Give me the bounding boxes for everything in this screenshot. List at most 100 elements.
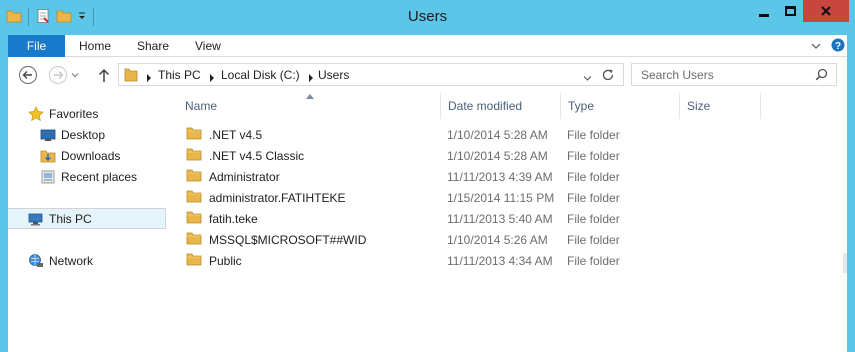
recent-places-icon (41, 170, 55, 184)
explorer-window: Users File Home Share View ? This PC Loc… (0, 0, 855, 352)
back-button[interactable] (18, 65, 38, 85)
up-button[interactable] (94, 65, 114, 85)
close-button[interactable] (803, 0, 849, 22)
file-name: MSSQL$MICROSOFT##WID (209, 232, 367, 247)
type-cell: File folder (567, 211, 620, 226)
file-name: fatih.teke (209, 211, 258, 226)
file-name: Public (209, 253, 242, 268)
folder-icon (186, 146, 202, 165)
table-row[interactable]: fatih.teke 11/11/2013 5:40 AM File folder (178, 208, 761, 229)
nav-item-label: Network (49, 254, 94, 268)
recent-locations-button[interactable] (70, 65, 80, 85)
table-row[interactable]: .NET v4.5 Classic 1/10/2014 5:28 AM File f… (178, 145, 761, 166)
back-arrow-icon (19, 66, 37, 84)
breadcrumb-this-pc[interactable]: This PC (158, 68, 201, 82)
address-bar[interactable]: This PC Local Disk (C:) Users (118, 63, 624, 86)
address-row: This PC Local Disk (C:) Users Search Use… (8, 57, 847, 93)
title-bar: Users (0, 0, 855, 35)
column-name[interactable]: Name (178, 93, 441, 119)
file-name-cell[interactable]: administrator.FATIHTEKE (186, 187, 345, 208)
table-row[interactable]: administrator.FATIHTEKE 1/15/2014 11:15 P… (178, 187, 761, 208)
column-header-row: Name Date modified Type Size (178, 93, 761, 119)
nav-item-favorites[interactable]: Favorites (28, 104, 98, 124)
type-cell: File folder (567, 232, 620, 247)
svg-text:?: ? (835, 41, 841, 52)
tab-file[interactable]: File (8, 35, 65, 57)
nav-item-label: Favorites (49, 107, 99, 121)
nav-item-label: Recent places (61, 170, 138, 184)
maximize-icon (784, 6, 796, 16)
type-cell: File folder (567, 127, 620, 142)
file-name-cell[interactable]: MSSQL$MICROSOFT##WID (186, 229, 366, 250)
type-cell: File folder (567, 169, 620, 184)
help-icon[interactable]: ? (831, 38, 845, 55)
search-box[interactable]: Search Users (631, 63, 837, 86)
desktop-icon (40, 129, 56, 141)
breadcrumb-separator-icon[interactable] (308, 71, 314, 85)
caption-buttons (751, 0, 849, 22)
maximize-button[interactable] (777, 0, 803, 22)
computer-icon (28, 213, 43, 226)
minimize-icon (759, 13, 769, 17)
close-icon (821, 6, 831, 16)
address-history-dropdown-icon[interactable] (583, 71, 592, 85)
ribbon-tabs: File Home Share View ? (8, 35, 847, 57)
date-modified-cell: 1/10/2014 5:28 AM (447, 148, 548, 163)
file-name: .NET v4.5 (209, 127, 263, 142)
folder-icon (186, 188, 202, 207)
file-name-cell[interactable]: fatih.teke (186, 208, 258, 229)
nav-item-desktop[interactable]: Desktop (40, 125, 105, 145)
date-modified-cell: 1/15/2014 11:15 PM (447, 190, 555, 205)
column-size[interactable]: Size (680, 93, 761, 119)
file-name: Administrator (209, 169, 280, 184)
type-cell: File folder (567, 253, 620, 268)
file-name-cell[interactable]: .NET v4.5 (186, 124, 262, 145)
date-modified-cell: 1/10/2014 5:26 AM (447, 232, 548, 247)
column-date-modified[interactable]: Date modified (441, 93, 561, 119)
breadcrumb-separator-icon[interactable] (146, 71, 152, 85)
breadcrumb-users[interactable]: Users (318, 68, 349, 82)
folder-icon (186, 209, 202, 228)
content-area: Favorites Desktop Downloads Recent place… (8, 93, 847, 352)
column-type[interactable]: Type (561, 93, 680, 119)
chevron-down-icon (71, 73, 79, 78)
navigation-pane: Favorites Desktop Downloads Recent place… (8, 93, 166, 352)
table-row[interactable]: Administrator 11/11/2013 4:39 AM File fold… (178, 166, 761, 187)
nav-item-label: Downloads (61, 149, 121, 163)
tab-view[interactable]: View (195, 35, 221, 57)
file-name: .NET v4.5 Classic (209, 148, 305, 163)
downloads-icon (40, 150, 56, 163)
tab-home[interactable]: Home (79, 35, 111, 57)
folder-icon (124, 67, 138, 85)
search-icon[interactable] (815, 68, 828, 84)
minimize-button[interactable] (751, 0, 777, 22)
nav-item-label: Desktop (61, 128, 106, 142)
file-list: Name Date modified Type Size .NET v4.5 1/… (178, 93, 847, 352)
date-modified-cell: 1/10/2014 5:28 AM (447, 127, 548, 142)
folder-icon (186, 167, 202, 186)
breadcrumb-local-disk[interactable]: Local Disk (C:) (221, 68, 300, 82)
table-row[interactable]: .NET v4.5 1/10/2014 5:28 AM File folder (178, 124, 761, 145)
file-name-cell[interactable]: Public (186, 250, 242, 271)
file-name-cell[interactable]: .NET v4.5 Classic (186, 145, 304, 166)
scrollbar[interactable] (843, 253, 847, 273)
file-name-cell[interactable]: Administrator (186, 166, 280, 187)
nav-item-recent-places[interactable]: Recent places (40, 167, 137, 187)
star-icon (28, 106, 44, 122)
breadcrumb-separator-icon[interactable] (209, 71, 215, 85)
folder-icon (186, 251, 202, 270)
nav-item-downloads[interactable]: Downloads (40, 146, 120, 166)
table-row[interactable]: Public 11/11/2013 4:34 AM File folder (178, 250, 761, 271)
table-row[interactable]: MSSQL$MICROSOFT##WID 1/10/2014 5:26 AM Fil… (178, 229, 761, 250)
nav-item-network[interactable]: Network (28, 251, 93, 271)
up-arrow-icon (98, 68, 110, 82)
refresh-icon[interactable] (601, 68, 615, 85)
folder-icon (186, 230, 202, 249)
nav-item-this-pc[interactable]: This PC (28, 209, 92, 229)
tab-share[interactable]: Share (137, 35, 169, 57)
date-modified-cell: 11/11/2013 4:34 AM (447, 253, 553, 268)
search-input[interactable]: Search Users (641, 68, 714, 82)
forward-button[interactable] (48, 65, 68, 85)
expand-ribbon-icon[interactable] (811, 40, 821, 54)
folder-icon (186, 125, 202, 144)
